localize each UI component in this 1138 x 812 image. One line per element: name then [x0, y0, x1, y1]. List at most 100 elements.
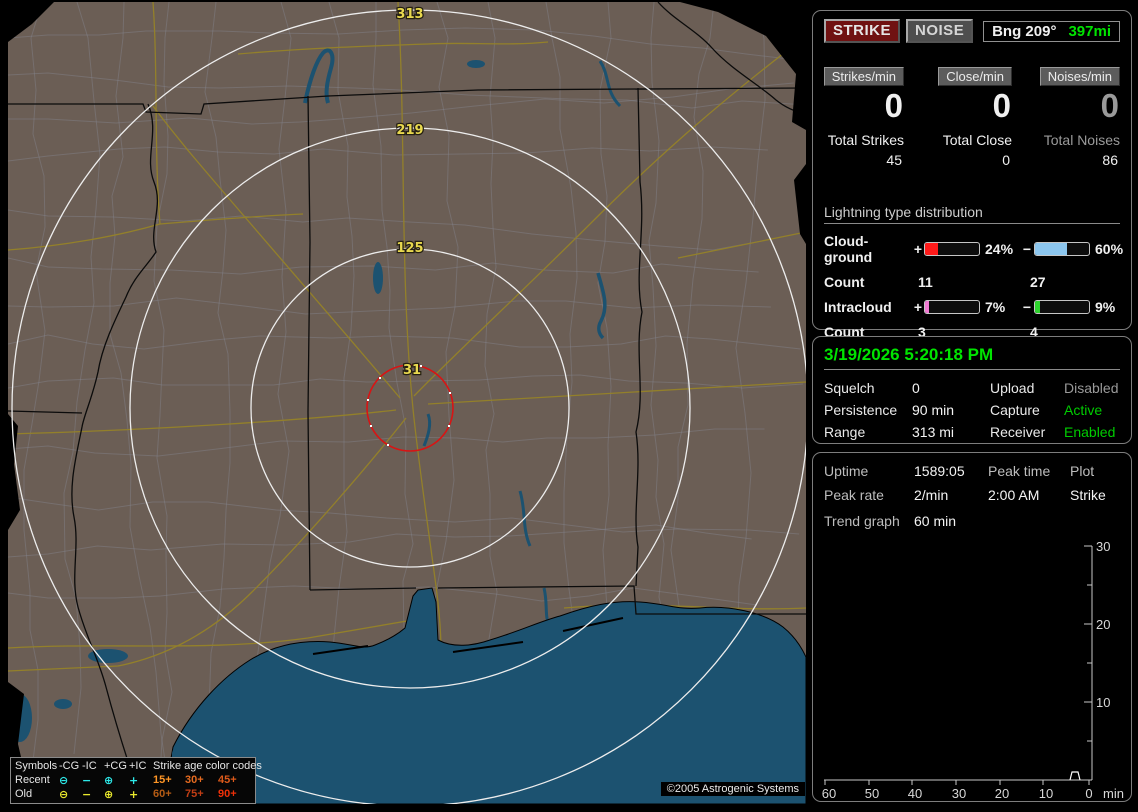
- x-tick-20: 20: [995, 786, 1009, 801]
- status-grid: Squelch 0 Upload Disabled Persistence 90…: [824, 380, 1120, 440]
- age-code-90: 90+: [218, 788, 237, 800]
- peak-time-value: 2:00 AM: [988, 487, 1040, 503]
- legend-old-label: Old: [15, 788, 33, 800]
- strike-rate-bump: [1069, 771, 1081, 781]
- persistence-label: Persistence: [824, 402, 898, 418]
- legend-col-pos-cg: +CG: [104, 760, 127, 772]
- pos-ic-recent-icon: +: [129, 774, 139, 787]
- count-label: Count: [824, 274, 865, 290]
- x-tick-60: 60: [822, 786, 836, 801]
- distribution-header: Lightning type distribution: [824, 204, 1120, 224]
- noise-button[interactable]: NOISE: [906, 19, 974, 43]
- total-strikes-value: 45: [886, 152, 902, 168]
- lightning-map[interactable]: 313 219 125 31 Symbols -CG -IC +CG +IC S…: [8, 2, 806, 804]
- neg-ic-old-icon: −: [82, 788, 92, 801]
- cg-plus-pct: 24%: [985, 241, 1014, 257]
- total-close-value: 0: [1002, 152, 1010, 168]
- plot-value: Strike: [1070, 487, 1106, 503]
- trend-stats-grid: Uptime 1589:05 Peak time Plot Peak rate …: [824, 463, 1120, 503]
- peak-time-label: Peak time: [988, 463, 1051, 479]
- range-value: 313 mi: [912, 424, 955, 440]
- peak-rate-value: 2/min: [914, 487, 949, 503]
- age-code-60: 60+: [153, 788, 172, 800]
- range-label: Range: [824, 424, 866, 440]
- map-canvas[interactable]: 313 219 125 31: [8, 2, 806, 804]
- noises-counter: Noises/min 0 Total Noises 86: [1012, 67, 1120, 168]
- legend-symbols-header: Symbols: [15, 760, 58, 772]
- peak-rate-label: Peak rate: [824, 487, 884, 503]
- persistence-value: 90 min: [912, 402, 955, 418]
- upload-status: Disabled: [1064, 380, 1119, 396]
- cg-minus-pct: 60%: [1095, 241, 1124, 257]
- x-tick-30: 30: [952, 786, 966, 801]
- legend-age-header: Strike age color codes: [153, 760, 262, 772]
- cg-minus-count: 27: [1030, 274, 1046, 290]
- squelch-value: 0: [912, 380, 920, 396]
- rate-counters: Strikes/min 0 Total Strikes 45 Close/min…: [823, 67, 1120, 168]
- ring-label-31: 31: [403, 363, 421, 378]
- x-tick-0: 0: [1085, 786, 1092, 801]
- total-strikes-label: Total Strikes: [827, 132, 904, 148]
- capture-label: Capture: [990, 402, 1040, 418]
- age-code-15: 15+: [153, 774, 172, 786]
- y-tick-10: 10: [1096, 695, 1110, 710]
- strikes-per-min-badge[interactable]: Strikes/min: [823, 67, 904, 86]
- age-code-45: 45+: [218, 774, 237, 786]
- map-legend: Symbols -CG -IC +CG +IC Strike age color…: [10, 757, 262, 804]
- lightning-type-distribution: Cloud-ground + 24% − 60% Count 11 27 Int…: [824, 233, 1124, 340]
- neg-cg-old-icon: ⊖: [59, 788, 69, 801]
- uptime-value: 1589:05: [914, 463, 965, 479]
- ic-minus-bar: [1034, 300, 1090, 314]
- y-tick-20: 20: [1096, 617, 1110, 632]
- cloud-ground-label: Cloud-ground: [824, 233, 873, 265]
- x-tick-10: 10: [1039, 786, 1053, 801]
- ring-label-219: 219: [396, 123, 423, 138]
- map-copyright: ©2005 Astrogenic Systems: [660, 782, 805, 796]
- ic-plus-bar: [924, 300, 980, 314]
- trend-window-value: 60 min: [914, 513, 957, 529]
- ring-label-313: 313: [396, 7, 423, 22]
- age-code-30: 30+: [185, 774, 204, 786]
- plus-sign: +: [913, 299, 923, 315]
- trend-panel: Uptime 1589:05 Peak time Plot Peak rate …: [812, 452, 1132, 802]
- squelch-label: Squelch: [824, 380, 875, 396]
- y-tick-30: 30: [1096, 539, 1110, 554]
- pos-cg-recent-icon: ⊕: [104, 774, 114, 787]
- strikes-rate-value: 0: [884, 87, 903, 124]
- strikes-counter: Strikes/min 0 Total Strikes 45: [823, 67, 904, 168]
- close-per-min-badge[interactable]: Close/min: [938, 67, 1012, 86]
- datetime-display: 3/19/2026 5:20:18 PM: [824, 345, 1120, 370]
- legend-col-neg-ic: -IC: [82, 760, 97, 772]
- age-code-75: 75+: [185, 788, 204, 800]
- ic-minus-pct: 9%: [1095, 299, 1116, 315]
- total-noises-label: Total Noises: [1043, 132, 1120, 148]
- x-tick-40: 40: [908, 786, 922, 801]
- bearing-value: Bng 209°: [992, 22, 1057, 40]
- strike-counter-panel: STRIKE NOISE Bng 209° 397mi Strikes/min …: [812, 10, 1132, 340]
- plus-sign: +: [913, 241, 923, 257]
- receiver-label: Receiver: [990, 424, 1046, 440]
- x-tick-50: 50: [865, 786, 879, 801]
- upload-label: Upload: [990, 380, 1035, 396]
- cg-plus-count: 11: [918, 274, 933, 290]
- neg-ic-recent-icon: −: [82, 774, 92, 787]
- legend-col-pos-ic: +IC: [129, 760, 147, 772]
- cg-plus-bar: [924, 242, 980, 256]
- pos-cg-old-icon: ⊕: [104, 788, 114, 801]
- total-noises-value: 86: [1102, 152, 1118, 168]
- strike-button[interactable]: STRIKE: [824, 19, 901, 43]
- nexstorm-window: 313 219 125 31 Symbols -CG -IC +CG +IC S…: [0, 0, 1138, 812]
- legend-col-neg-cg: -CG: [59, 760, 80, 772]
- total-close-label: Total Close: [942, 132, 1012, 148]
- capture-status: Active: [1064, 402, 1103, 418]
- bearing-readout: Bng 209° 397mi: [983, 20, 1120, 42]
- minus-sign: −: [1022, 241, 1032, 257]
- noises-per-min-badge[interactable]: Noises/min: [1039, 67, 1120, 86]
- close-rate-value: 0: [992, 87, 1011, 124]
- trend-window-row: Trend graph 60 min: [824, 513, 1120, 529]
- trend-graph: 30 20 10 60 50 40 30 20 10 0 min: [822, 539, 1124, 801]
- cg-minus-bar: [1034, 242, 1090, 256]
- pos-ic-old-icon: +: [129, 788, 139, 801]
- ic-plus-pct: 7%: [985, 299, 1006, 315]
- noises-rate-value: 0: [1100, 87, 1119, 124]
